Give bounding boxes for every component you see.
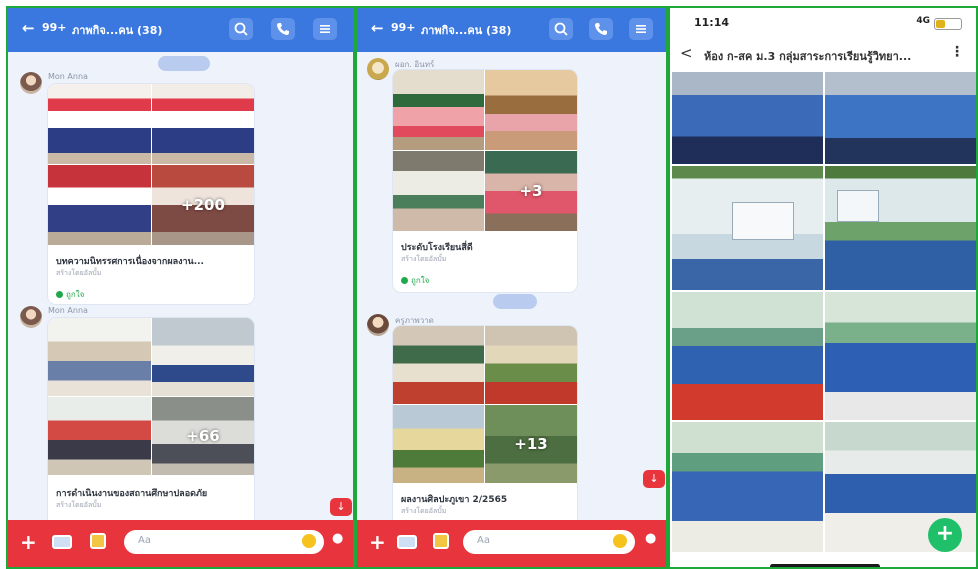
- album-card[interactable]: +200 บทความนิทรรศการเนื่องจากผลงาน... สร…: [48, 84, 254, 304]
- message-input-bar: + Aa ●: [357, 520, 666, 567]
- projector-screen: [837, 190, 879, 222]
- album-photo[interactable]: [825, 72, 976, 164]
- album-photo[interactable]: [672, 72, 823, 164]
- album-card[interactable]: +3 ประดับโรงเรียนสี่ดี สร้างโดยอัลบั้ม ถ…: [393, 70, 577, 292]
- album-caption: บทความนิทรรศการเนื่องจากผลงาน...: [56, 257, 204, 267]
- chat-screen-2: ← 99+ ภาพกิจ...คน (38) ผอก. อินทร์ +3 ปร…: [355, 6, 668, 569]
- album-photo-more[interactable]: +3: [485, 151, 577, 231]
- search-icon[interactable]: [549, 18, 573, 40]
- more-photos-count: +200: [181, 196, 225, 214]
- album-photo-more[interactable]: +66: [152, 397, 254, 475]
- plus-icon[interactable]: +: [369, 530, 386, 554]
- sender-name: Mon Anna: [48, 72, 88, 81]
- sender-avatar[interactable]: [20, 72, 42, 94]
- message-input-bar: + Aa ●: [8, 520, 353, 567]
- album-header: < ห้อง ก-สค ม.3 กลุ่มสาระการเรียนรู้วิทย…: [670, 36, 976, 70]
- image-icon[interactable]: [433, 533, 449, 549]
- network-indicator: 4G: [916, 16, 930, 26]
- date-separator: [158, 56, 210, 71]
- back-arrow-icon[interactable]: ←: [22, 19, 35, 37]
- phone-icon[interactable]: [589, 18, 613, 40]
- microphone-icon[interactable]: ●: [332, 531, 343, 546]
- image-icon[interactable]: [90, 533, 106, 549]
- photo-album-screen: 11:14 4G < ห้อง ก-สค ม.3 กลุ่มสาระการเรี…: [668, 6, 978, 569]
- sender-avatar[interactable]: [367, 314, 389, 336]
- menu-icon[interactable]: [313, 18, 337, 40]
- album-photo[interactable]: [672, 422, 823, 552]
- chat-screen-1: ← 99+ ภาพกิจ...คน (38) Mon Anna +200 บทค…: [6, 6, 355, 569]
- chat-title[interactable]: ภาพกิจ...คน (38): [72, 21, 162, 39]
- add-photo-button[interactable]: +: [928, 518, 962, 552]
- chat-header: ← 99+ ภาพกิจ...คน (38): [8, 8, 353, 52]
- battery-icon: [934, 18, 962, 30]
- album-photo[interactable]: [48, 318, 151, 396]
- unread-badge: 99+: [42, 21, 67, 34]
- more-photos-count: +66: [186, 427, 220, 445]
- date-separator: [493, 294, 537, 309]
- phone-icon[interactable]: [271, 18, 295, 40]
- like-reaction[interactable]: ถูกใจ: [56, 288, 84, 301]
- album-photo[interactable]: [672, 292, 823, 420]
- message-input[interactable]: Aa: [124, 530, 324, 554]
- album-photo[interactable]: [825, 166, 976, 290]
- chat-title[interactable]: ภาพกิจ...คน (38): [421, 21, 511, 39]
- album-photo[interactable]: [485, 70, 577, 150]
- album-photo[interactable]: [393, 151, 484, 231]
- sender-avatar[interactable]: [367, 58, 389, 80]
- album-photo[interactable]: [393, 70, 484, 150]
- album-photo[interactable]: [393, 405, 484, 483]
- plus-icon[interactable]: +: [20, 530, 37, 554]
- more-photos-count: +13: [514, 435, 548, 453]
- album-caption: การดำเนินงานของสถานศึกษาปลอดภัย: [56, 489, 208, 499]
- scroll-down-button[interactable]: ↓: [330, 498, 352, 516]
- album-photo-more[interactable]: +13: [485, 405, 577, 483]
- more-photos-count: +3: [519, 182, 543, 200]
- menu-icon[interactable]: [629, 18, 653, 40]
- album-caption: ผลงานศิลปะภูเขา 2/2565: [401, 495, 508, 505]
- search-icon[interactable]: [229, 18, 253, 40]
- album-card[interactable]: +66 การดำเนินงานของสถานศึกษาปลอดภัย สร้า…: [48, 318, 254, 528]
- back-chevron-icon[interactable]: <: [680, 44, 693, 62]
- album-photo[interactable]: [48, 397, 151, 475]
- album-title: ห้อง ก-สค ม.3 กลุ่มสาระการเรียนรู้วิทยา.…: [704, 50, 912, 63]
- album-photo[interactable]: [48, 84, 151, 164]
- album-photo[interactable]: [393, 326, 484, 404]
- sender-avatar[interactable]: [20, 306, 42, 328]
- microphone-icon[interactable]: ●: [645, 531, 656, 546]
- camera-icon[interactable]: [52, 535, 72, 549]
- album-photo-more[interactable]: +200: [152, 165, 254, 245]
- album-subtitle: สร้างโดยอัลบั้ม: [401, 507, 447, 515]
- chat-header: ← 99+ ภาพกิจ...คน (38): [357, 8, 666, 52]
- album-caption: ประดับโรงเรียนสี่ดี: [401, 243, 473, 253]
- album-photo[interactable]: [48, 165, 151, 245]
- emoji-icon[interactable]: [302, 534, 316, 548]
- album-photo[interactable]: [152, 84, 254, 164]
- camera-icon[interactable]: [397, 535, 417, 549]
- emoji-icon[interactable]: [613, 534, 627, 548]
- album-card[interactable]: +13 ผลงานศิลปะภูเขา 2/2565 สร้างโดยอัลบั…: [393, 326, 577, 526]
- message-placeholder: Aa: [138, 535, 151, 546]
- unread-badge: 99+: [391, 21, 416, 34]
- status-time: 11:14: [694, 16, 730, 29]
- album-photo[interactable]: [672, 166, 823, 290]
- like-reaction[interactable]: ถูกใจ: [401, 274, 429, 287]
- message-placeholder: Aa: [477, 535, 490, 546]
- home-indicator: [770, 564, 880, 567]
- message-input[interactable]: Aa: [463, 530, 635, 554]
- album-photo[interactable]: [825, 292, 976, 420]
- more-options-icon[interactable]: ⋮: [950, 44, 964, 60]
- album-photo[interactable]: [485, 326, 577, 404]
- status-bar: 11:14 4G: [670, 8, 976, 36]
- scroll-down-button[interactable]: ↓: [643, 470, 665, 488]
- album-photo[interactable]: [152, 318, 254, 396]
- projector-screen: [732, 202, 794, 240]
- album-subtitle: สร้างโดยอัลบั้ม: [56, 501, 102, 509]
- album-subtitle: สร้างโดยอัลบั้ม: [401, 255, 447, 263]
- sender-name: Mon Anna: [48, 306, 88, 315]
- back-arrow-icon[interactable]: ←: [371, 19, 384, 37]
- album-subtitle: สร้างโดยอัลบั้ม: [56, 269, 102, 277]
